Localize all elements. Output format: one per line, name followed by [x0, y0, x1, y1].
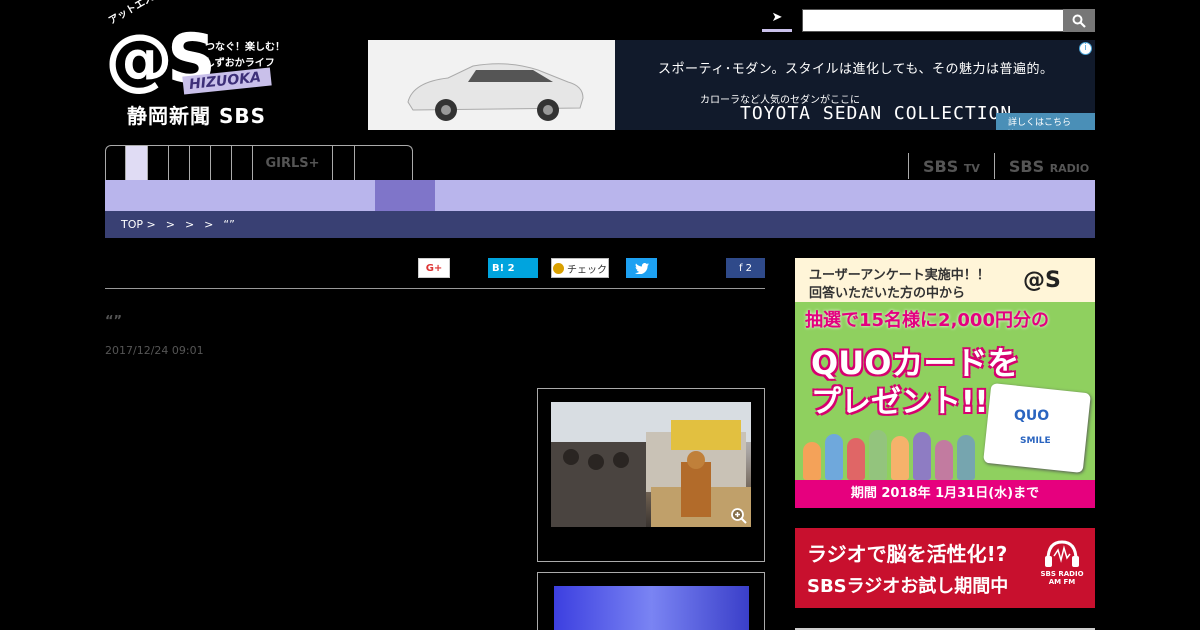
site-logo[interactable]: アットエス @S つなぐ！楽しむ！ しずおかライフ HIZUOKA 静岡新聞 S…	[105, 0, 295, 129]
nav-tab-girls[interactable]: GIRLS+	[253, 146, 333, 180]
quo-ad-logo: @S	[1023, 268, 1061, 293]
sbs-radio-ad[interactable]: ラジオで脳を活性化!? SBSラジオお試し期間中 SBS RADIO AM FM	[795, 528, 1095, 608]
banner-cta-button[interactable]: 詳しくはこちら ≫	[996, 113, 1095, 130]
mixi-icon	[553, 262, 564, 274]
radio-ad-line2: SBSラジオお試し期間中	[807, 576, 1009, 597]
nav-tab-5[interactable]	[190, 146, 211, 180]
quo-ad-deadline: 期間 2018年 1月31日(水)まで	[795, 480, 1095, 508]
breadcrumb-item[interactable]: >	[166, 218, 175, 231]
sbs-tv-link[interactable]: SBS TV	[908, 153, 994, 179]
breadcrumb-item[interactable]: >	[204, 218, 213, 231]
search-button[interactable]	[1063, 9, 1095, 32]
twitter-icon	[634, 262, 649, 274]
breadcrumb-current: “”	[223, 218, 235, 231]
google-plus-button[interactable]: G+	[418, 258, 450, 278]
radio-ad-line1: ラジオで脳を活性化!?	[807, 542, 1008, 566]
sbs-tv-small: TV	[963, 162, 980, 175]
article-photo[interactable]	[554, 586, 749, 630]
ad-info-icon[interactable]: i	[1079, 42, 1092, 55]
logo-tagline-2: しずおかライフ	[205, 58, 275, 69]
banner-headline: スポーティ･モダン。スタイルは進化しても、その魅力は普遍的。	[658, 62, 1054, 77]
sbs-tv-label: SBS	[923, 157, 959, 176]
nav-tab-4[interactable]	[169, 146, 190, 180]
nav-tab-10[interactable]	[355, 146, 377, 180]
nav-tab-3[interactable]	[148, 146, 169, 180]
quo-card-title: QUO	[1014, 408, 1050, 424]
logo-publisher: 静岡新聞 SBS	[127, 104, 267, 128]
sub-nav-active-item[interactable]	[375, 180, 435, 211]
article-photo[interactable]	[551, 402, 751, 527]
sbs-radio-label: SBS	[1008, 157, 1045, 176]
search-icon	[1072, 14, 1086, 28]
article-title: “”	[105, 314, 123, 329]
sbs-radio-small: RADIO	[1049, 162, 1090, 175]
people-illustration	[803, 428, 983, 480]
quo-card-ad[interactable]: ユーザーアンケート実施中！！ 回答いただいた方の中から @S 抽選で15名様に2…	[795, 258, 1095, 508]
search-input[interactable]	[802, 9, 1064, 32]
divider	[105, 288, 765, 289]
banner-ad[interactable]: スポーティ･モダン。スタイルは進化しても、その魅力は普遍的。 カローラなど人気の…	[368, 40, 1095, 130]
breadcrumb-item[interactable]: >	[185, 218, 194, 231]
mixi-label: チェック	[567, 264, 607, 276]
article-date: 2017/12/24 09:01	[105, 344, 204, 357]
zoom-icon[interactable]	[730, 507, 748, 525]
nav-tab-7[interactable]	[232, 146, 253, 180]
quo-ad-line1: ユーザーアンケート実施中！！	[809, 268, 990, 283]
radio-logo: SBS RADIO AM FM	[1040, 538, 1084, 598]
quo-ad-line2: 回答いただいた方の中から	[809, 286, 966, 301]
sbs-links: SBS TV SBS RADIO	[908, 153, 1103, 179]
quo-card-sub: SMILE	[1020, 436, 1051, 446]
hatena-bookmark-button[interactable]: B! 2	[488, 258, 538, 278]
nav-tab-1[interactable]	[106, 146, 126, 180]
banner-brand: TOYOTA SEDAN COLLECTION	[740, 103, 1013, 124]
search-scope-tab[interactable]: ➤	[762, 10, 792, 32]
nav-tab-9[interactable]	[333, 146, 355, 180]
breadcrumb: TOP > > > > “”	[105, 211, 1095, 238]
sub-nav-bar	[105, 180, 1095, 211]
logo-tagline-1: つなぐ！楽しむ！	[205, 42, 285, 53]
tweet-button[interactable]	[626, 258, 657, 278]
sbs-radio-link[interactable]: SBS RADIO	[993, 153, 1103, 179]
mixi-check-button[interactable]: チェック	[551, 258, 609, 278]
facebook-share-button[interactable]: f 2	[726, 258, 765, 278]
quo-card-image	[983, 382, 1091, 474]
car-image	[368, 40, 615, 130]
headphones-icon	[1045, 540, 1079, 567]
breadcrumb-top[interactable]: TOP >	[121, 218, 156, 231]
quo-ad-line3: 抽選で15名様に2,000円分の	[805, 310, 1049, 331]
main-nav: GIRLS+	[105, 145, 413, 180]
nav-tab-6[interactable]	[211, 146, 232, 180]
quo-ad-line5: プレゼント!!	[811, 385, 989, 420]
nav-tab-2[interactable]	[126, 146, 148, 180]
radio-logo-text: SBS RADIO AM FM	[1040, 570, 1084, 586]
